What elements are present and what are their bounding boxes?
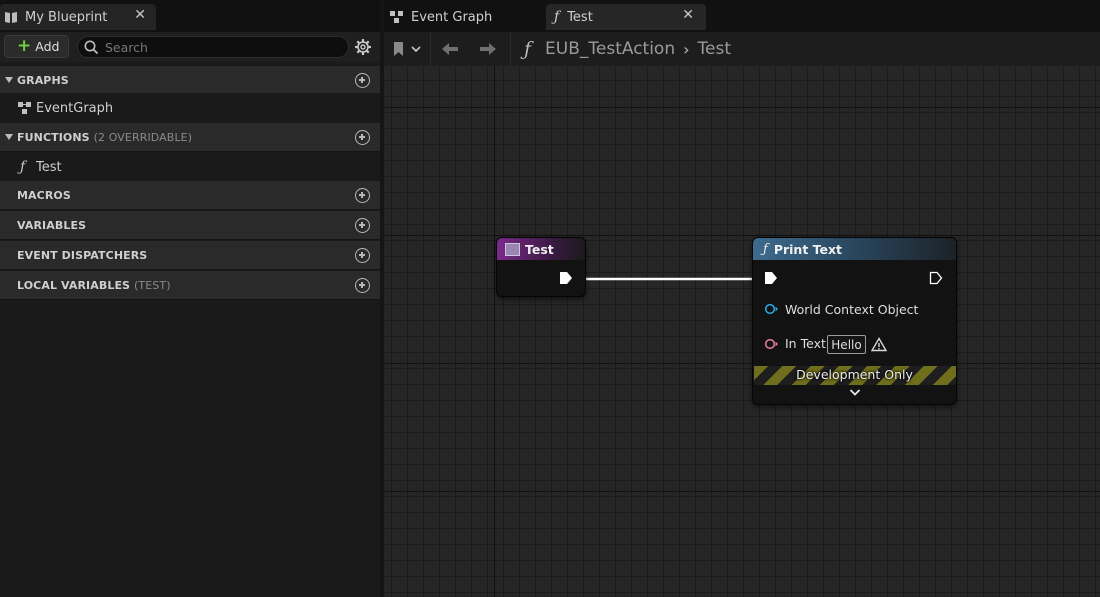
forward-arrow-icon[interactable] bbox=[478, 40, 498, 58]
chevron-right-icon: › bbox=[683, 39, 690, 59]
tab-event-graph[interactable]: Event Graph bbox=[384, 4, 544, 30]
section-variables-title: VARIABLES bbox=[17, 218, 87, 232]
section-functions-name: FUNCTIONS bbox=[17, 130, 90, 144]
graph-tab-bar: Event Graph ƒ Test ✕ bbox=[384, 0, 1100, 32]
breadcrumb-blueprint[interactable]: EUB_TestAction bbox=[545, 39, 675, 59]
collapse-arrow-icon[interactable] bbox=[5, 77, 13, 83]
add-function-icon[interactable] bbox=[355, 130, 370, 145]
function-icon: ƒ bbox=[524, 38, 532, 60]
print-text-node[interactable]: ƒ Print Text World Context Object In Tex… bbox=[752, 237, 957, 405]
chevron-down-icon[interactable] bbox=[849, 388, 861, 397]
search-input[interactable] bbox=[105, 39, 335, 55]
exec-out-pin-icon[interactable] bbox=[559, 271, 573, 285]
tab-test-label: Test bbox=[567, 9, 593, 25]
print-text-title: Print Text bbox=[773, 241, 843, 257]
add-local-variable-icon[interactable] bbox=[355, 278, 370, 293]
in-text-input[interactable]: Hello bbox=[827, 335, 866, 354]
add-button[interactable]: + Add bbox=[4, 35, 69, 58]
my-blueprint-tab[interactable]: My Blueprint ✕ bbox=[0, 4, 156, 30]
section-functions[interactable]: FUNCTIONS (2 OVERRIDABLE) bbox=[0, 123, 380, 152]
my-blueprint-tab-label: My Blueprint bbox=[25, 9, 108, 25]
close-icon[interactable]: ✕ bbox=[682, 7, 694, 23]
list-item-eventgraph-label: EventGraph bbox=[36, 100, 114, 116]
section-variables[interactable]: VARIABLES bbox=[0, 211, 380, 240]
breadcrumb: ƒ EUB_TestAction › Test bbox=[524, 36, 731, 62]
add-button-label: Add bbox=[35, 39, 60, 54]
list-item-eventgraph[interactable]: EventGraph bbox=[0, 93, 380, 123]
in-text-label: In Text bbox=[785, 336, 826, 351]
left-tab-bar: My Blueprint ✕ bbox=[0, 0, 380, 32]
list-item-test-function-label: Test bbox=[36, 159, 62, 175]
function-icon: ƒ bbox=[763, 241, 768, 257]
section-event-dispatchers-title: EVENT DISPATCHERS bbox=[17, 248, 148, 262]
section-functions-title: FUNCTIONS (2 OVERRIDABLE) bbox=[17, 131, 192, 144]
function-icon: ƒ bbox=[554, 9, 560, 25]
exec-in-pin-icon[interactable] bbox=[764, 271, 778, 285]
toolbar-separator bbox=[430, 32, 431, 66]
development-only-label: Development Only bbox=[796, 367, 913, 382]
function-entry-icon bbox=[505, 242, 520, 256]
my-blueprint-panel: My Blueprint ✕ + Add Search GRAPHS Event… bbox=[0, 0, 380, 597]
event-graph-icon bbox=[390, 11, 403, 23]
blueprint-book-icon bbox=[5, 12, 17, 23]
add-macro-icon[interactable] bbox=[355, 188, 370, 203]
breadcrumb-function[interactable]: Test bbox=[698, 39, 731, 59]
section-event-dispatchers[interactable]: EVENT DISPATCHERS bbox=[0, 241, 380, 270]
function-entry-title: Test bbox=[525, 241, 554, 257]
toolbar-separator bbox=[510, 32, 511, 66]
list-item-test-function[interactable]: ƒ Test bbox=[0, 152, 380, 182]
add-variable-icon[interactable] bbox=[355, 218, 370, 233]
event-graph-icon bbox=[18, 102, 31, 114]
tab-test[interactable]: ƒ Test ✕ bbox=[546, 4, 706, 30]
bookmark-icon[interactable] bbox=[392, 40, 422, 58]
world-context-label: World Context Object bbox=[785, 302, 919, 317]
exec-out-pin-icon[interactable] bbox=[929, 271, 943, 285]
tab-event-graph-label: Event Graph bbox=[411, 9, 493, 25]
gear-icon[interactable] bbox=[354, 38, 372, 56]
warning-icon bbox=[871, 337, 887, 352]
exec-wire bbox=[574, 277, 762, 281]
add-graph-icon[interactable] bbox=[355, 73, 370, 88]
graph-canvas[interactable]: Test ƒ Print Text World Context Object I… bbox=[384, 66, 1100, 597]
print-text-header: ƒ Print Text bbox=[753, 238, 956, 260]
section-macros-title: MACROS bbox=[17, 188, 71, 202]
add-dispatcher-icon[interactable] bbox=[355, 248, 370, 263]
plus-icon: + bbox=[17, 36, 32, 56]
section-local-variables[interactable]: LOCAL VARIABLES (TEST) bbox=[0, 271, 380, 300]
back-arrow-icon[interactable] bbox=[440, 40, 460, 58]
search-field[interactable] bbox=[77, 36, 349, 58]
section-local-variables-title: LOCAL VARIABLES (TEST) bbox=[17, 279, 171, 292]
function-icon: ƒ bbox=[20, 159, 26, 175]
section-graphs-title: GRAPHS bbox=[17, 73, 69, 87]
search-icon bbox=[84, 40, 99, 54]
close-icon[interactable]: ✕ bbox=[134, 7, 146, 23]
section-functions-subtitle: (2 OVERRIDABLE) bbox=[93, 130, 193, 144]
graph-toolbar: ƒ EUB_TestAction › Test bbox=[384, 32, 1100, 66]
function-entry-node[interactable]: Test bbox=[496, 237, 586, 297]
function-entry-header: Test bbox=[497, 238, 585, 260]
my-blueprint-toolbar: + Add bbox=[0, 32, 380, 62]
collapse-arrow-icon[interactable] bbox=[5, 134, 13, 140]
section-local-variables-name: LOCAL VARIABLES bbox=[17, 278, 131, 292]
section-local-variables-subtitle: (TEST) bbox=[134, 278, 171, 292]
section-macros[interactable]: MACROS bbox=[0, 181, 380, 210]
section-graphs[interactable]: GRAPHS bbox=[0, 66, 380, 95]
object-pin-icon[interactable] bbox=[764, 303, 780, 315]
text-pin-icon[interactable] bbox=[764, 338, 780, 350]
